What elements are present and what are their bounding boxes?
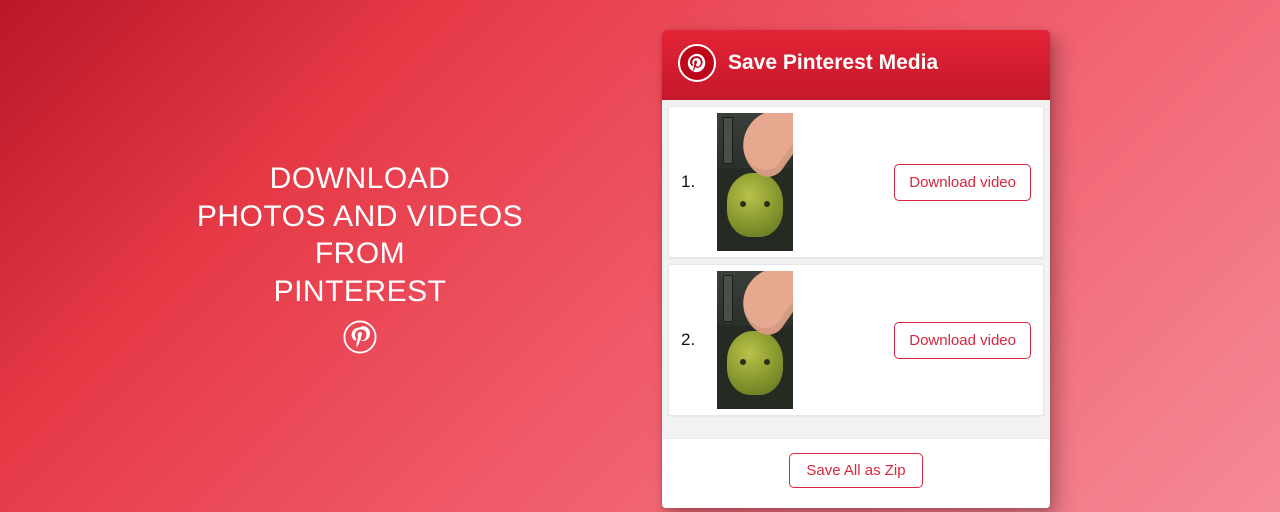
list-item: 1. Download video [668,106,1044,258]
promo-text: DOWNLOAD PHOTOS AND VIDEOS FROM PINTERES… [140,160,580,354]
promo-line-4: PINTEREST [140,273,580,311]
popup-title: Save Pinterest Media [728,51,938,75]
extension-popup: Save Pinterest Media 1. Download video 2… [662,30,1050,508]
pinterest-logo-icon [678,44,716,82]
popup-footer: Save All as Zip [662,438,1050,508]
item-number: 2. [681,330,701,350]
download-video-button[interactable]: Download video [894,322,1031,359]
save-all-zip-button[interactable]: Save All as Zip [789,453,922,488]
pinterest-icon [140,320,580,354]
promo-line-1: DOWNLOAD [140,160,580,198]
promo-line-3: FROM [140,235,580,273]
media-thumbnail [717,271,793,409]
media-thumbnail [717,113,793,251]
download-video-button[interactable]: Download video [894,164,1031,201]
list-item: 2. Download video [668,264,1044,416]
popup-header: Save Pinterest Media [662,30,1050,106]
media-list: 1. Download video 2. Download video [662,100,1050,438]
promo-line-2: PHOTOS AND VIDEOS [140,198,580,236]
item-number: 1. [681,172,701,192]
